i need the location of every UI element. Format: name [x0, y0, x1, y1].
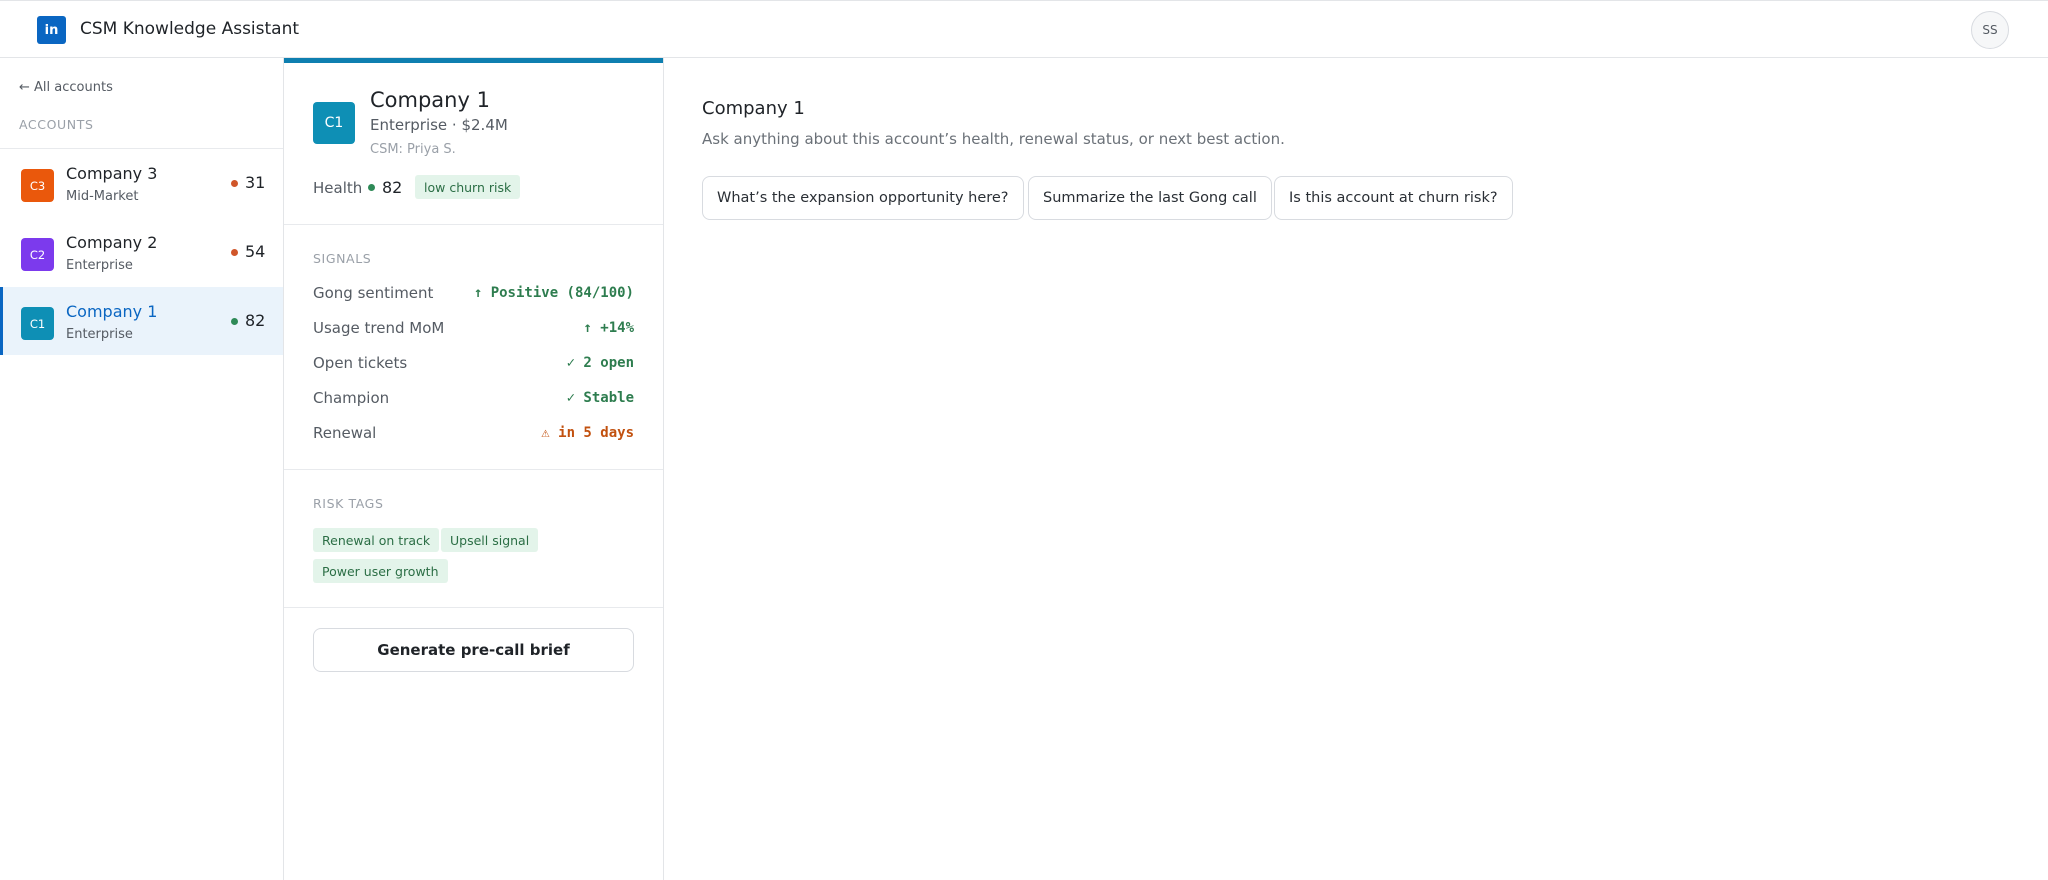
signal-value: ⚠ in 5 days [541, 425, 634, 441]
health-status-dot [231, 180, 238, 187]
signal-value: ↑ Positive (84/100) [473, 285, 634, 301]
chat-subtitle: Ask anything about this account’s health… [702, 130, 1285, 148]
health-status-dot [368, 184, 375, 191]
health-status-dot [231, 249, 238, 256]
signals-section-label: SIGNALS [313, 251, 372, 266]
chat-panel: Company 1 Ask anything about this accoun… [664, 58, 2048, 880]
health-score: 82 [382, 178, 403, 197]
divider [284, 607, 663, 608]
top-bar: in CSM Knowledge Assistant SS [0, 0, 2048, 58]
panel-accent-bar [284, 58, 663, 63]
signal-value: ↑ +14% [583, 320, 634, 336]
account-csm: CSM: Priya S. [370, 142, 456, 157]
account-name: Company 1 [66, 302, 158, 321]
account-name: Company 3 [66, 164, 158, 183]
churn-risk-badge: low churn risk [415, 175, 521, 199]
app-logo-icon: in [37, 16, 66, 44]
account-segment: Mid-Market [66, 189, 139, 204]
accounts-sidebar: ← All accounts ACCOUNTS C3 Company 3 Mid… [0, 58, 284, 880]
signal-value: ✓ Stable [566, 390, 634, 406]
divider [284, 224, 663, 225]
account-name: Company 1 [370, 88, 490, 112]
account-segment: Enterprise [66, 327, 133, 342]
account-health-score: 82 [245, 311, 266, 330]
account-segment: Enterprise [66, 258, 133, 273]
user-avatar[interactable]: SS [1971, 11, 2009, 49]
account-name: Company 2 [66, 233, 158, 252]
risk-tag: Upsell signal [441, 528, 539, 552]
signal-value: ✓ 2 open [566, 355, 634, 371]
account-badge: C1 [313, 102, 355, 144]
risk-tag: Renewal on track [313, 528, 440, 552]
account-item-company-3[interactable]: C3 Company 3 Mid-Market 31 [0, 149, 283, 217]
account-badge: C2 [21, 238, 54, 271]
signal-label: Gong sentiment [313, 284, 434, 302]
account-detail-panel: C1 Company 1 Enterprise · $2.4M CSM: Pri… [284, 58, 664, 880]
suggestion-chip-churn-risk[interactable]: Is this account at churn risk? [1274, 176, 1513, 220]
health-status-dot [231, 318, 238, 325]
health-label: Health [313, 179, 363, 197]
accounts-section-label: ACCOUNTS [19, 117, 94, 132]
account-item-company-1[interactable]: C1 Company 1 Enterprise 82 [0, 287, 283, 355]
account-health-score: 54 [245, 242, 266, 261]
signal-label: Usage trend MoM [313, 319, 445, 337]
account-segment-arr: Enterprise · $2.4M [370, 116, 508, 134]
suggestion-chip-gong-summary[interactable]: Summarize the last Gong call [1028, 176, 1272, 220]
account-item-company-2[interactable]: C2 Company 2 Enterprise 54 [0, 218, 283, 286]
risk-tags-section-label: RISK TAGS [313, 496, 384, 511]
account-badge: C1 [21, 307, 54, 340]
all-accounts-link[interactable]: ← All accounts [19, 80, 113, 95]
signal-label: Renewal [313, 424, 377, 442]
account-badge: C3 [21, 169, 54, 202]
signal-label: Open tickets [313, 354, 408, 372]
chat-title: Company 1 [702, 98, 805, 119]
app-title: CSM Knowledge Assistant [80, 19, 300, 39]
generate-brief-button[interactable]: Generate pre-call brief [313, 628, 634, 672]
signal-label: Champion [313, 389, 390, 407]
account-health-score: 31 [245, 173, 266, 192]
suggestion-chip-expansion[interactable]: What’s the expansion opportunity here? [702, 176, 1024, 220]
divider [284, 469, 663, 470]
risk-tag: Power user growth [313, 559, 448, 583]
